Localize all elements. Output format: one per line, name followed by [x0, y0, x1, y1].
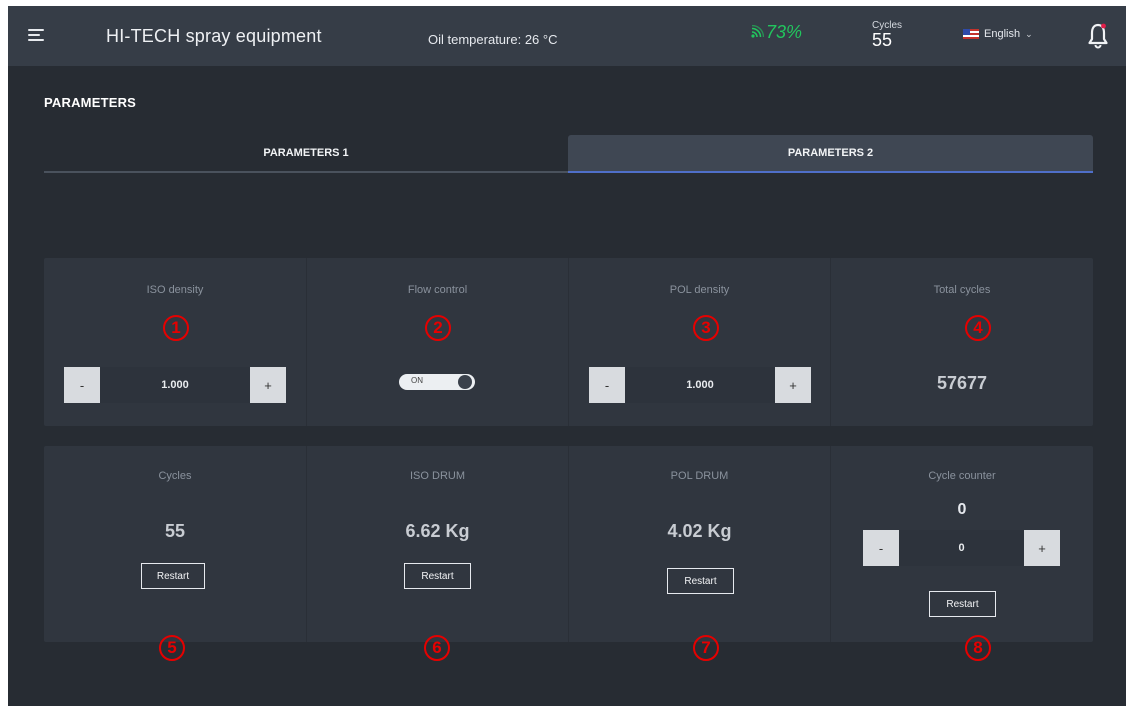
top-bar: HI-TECH spray equipment Oil temperature:…	[8, 6, 1126, 66]
pol-drum-label: POL DRUM	[670, 470, 729, 482]
bell-icon[interactable]	[1086, 22, 1110, 50]
iso-drum-cell: ISO DRUM 6.62 Kg Restart 6	[306, 446, 568, 661]
cycles-value: 55	[164, 521, 186, 541]
tab-parameters-2[interactable]: PARAMETERS 2	[568, 135, 1093, 173]
pol-density-input[interactable]: 1.000	[625, 367, 775, 403]
toggle-knob	[458, 375, 472, 389]
us-flag-icon	[963, 29, 979, 39]
iso-density-cell: ISO density 1 - 1.000 +	[44, 258, 306, 426]
iso-drum-value: 6.62 Kg	[405, 521, 470, 541]
parameters-tabs: PARAMETERS 1 PARAMETERS 2	[44, 135, 1093, 173]
iso-drum-restart-button[interactable]: Restart	[404, 563, 471, 589]
language-label: English	[984, 28, 1021, 40]
app-window: HI-TECH spray equipment Oil temperature:…	[8, 6, 1126, 706]
marker-3: 3	[693, 315, 719, 341]
cycles-summary-value: 55	[872, 30, 893, 50]
flow-control-label: Flow control	[407, 284, 468, 296]
pol-density-increment-button[interactable]: +	[775, 367, 811, 403]
iso-density-increment-button[interactable]: +	[250, 367, 286, 403]
signal-icon	[751, 25, 764, 38]
cycle-counter-stepper: - 0 +	[863, 530, 1060, 566]
pol-drum-restart-button[interactable]: Restart	[667, 568, 734, 594]
flow-control-toggle-text: ON	[411, 376, 423, 385]
signal-percent: 73%	[766, 21, 803, 42]
cycle-counter-increment-button[interactable]: +	[1024, 530, 1060, 566]
marker-7: 7	[693, 635, 719, 661]
pol-drum-cell: POL DRUM 4.02 Kg Restart 7	[568, 446, 830, 661]
tab-parameters-1[interactable]: PARAMETERS 1	[44, 135, 568, 173]
menu-icon[interactable]	[28, 29, 44, 43]
iso-density-stepper: - 1.000 +	[64, 367, 286, 403]
language-selector[interactable]: English ⌄	[963, 28, 1033, 40]
marker-5: 5	[159, 635, 185, 661]
page-title: PARAMETERS	[44, 95, 137, 110]
iso-density-decrement-button[interactable]: -	[64, 367, 100, 403]
cycles-cell: Cycles 55 Restart 5	[44, 446, 306, 661]
cycle-counter-label: Cycle counter	[928, 470, 996, 482]
pol-density-decrement-button[interactable]: -	[589, 367, 625, 403]
pol-density-stepper: - 1.000 +	[589, 367, 811, 403]
flow-control-cell: Flow control 2 ON	[306, 258, 568, 426]
cycles-label: Cycles	[158, 470, 192, 482]
app-title: HI-TECH spray equipment	[106, 26, 322, 46]
marker-2: 2	[425, 315, 451, 341]
marker-1: 1	[163, 315, 189, 341]
cycles-restart-button[interactable]: Restart	[141, 563, 205, 589]
oil-temperature: Oil temperature: 26 °C	[428, 32, 558, 47]
chevron-down-icon: ⌄	[1025, 28, 1033, 39]
iso-drum-label: ISO DRUM	[410, 470, 465, 482]
marker-6: 6	[424, 635, 450, 661]
total-cycles-cell: Total cycles 4 57677	[830, 258, 1093, 426]
pol-density-cell: POL density 3 - 1.000 +	[568, 258, 830, 426]
cycle-counter-restart-button[interactable]: Restart	[929, 591, 996, 617]
pol-density-label: POL density	[669, 284, 730, 296]
cycle-counter-cell: Cycle counter 0 - 0 + Restart 8	[830, 446, 1093, 661]
cycle-counter-value: 0	[957, 501, 967, 518]
total-cycles-label: Total cycles	[933, 284, 991, 296]
total-cycles-value: 57677	[936, 373, 988, 393]
cycles-summary: Cycles 55	[872, 20, 902, 51]
iso-density-input[interactable]: 1.000	[100, 367, 250, 403]
signal-indicator: 73%	[750, 20, 802, 44]
cycle-counter-input[interactable]: 0	[899, 530, 1024, 566]
cycle-counter-decrement-button[interactable]: -	[863, 530, 899, 566]
flow-control-toggle[interactable]: ON	[399, 374, 475, 390]
iso-density-label: ISO density	[146, 284, 204, 296]
pol-drum-value: 4.02 Kg	[667, 521, 732, 541]
parameters-panel-bottom: Cycles 55 Restart 5 ISO DRUM 6.62 Kg Res…	[44, 446, 1093, 661]
marker-8: 8	[965, 635, 991, 661]
parameters-panel-top: ISO density 1 - 1.000 + Flow control 2 O…	[44, 258, 1093, 426]
marker-4: 4	[965, 315, 991, 341]
